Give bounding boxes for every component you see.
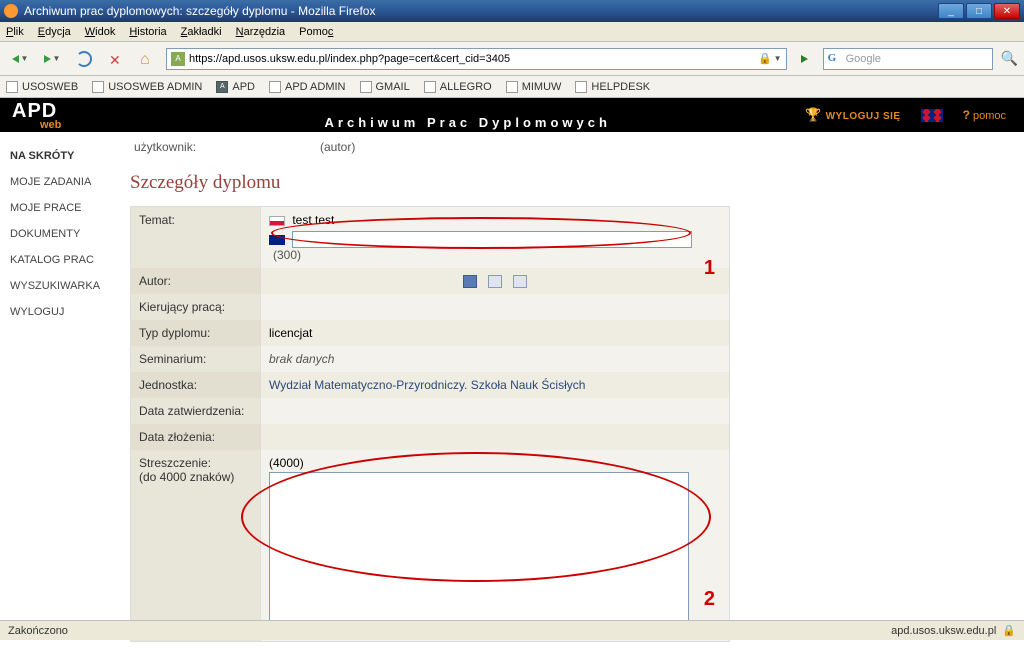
sidebar-wyszukiwarka[interactable]: WYSZUKIWARKA xyxy=(10,280,120,292)
logout-link[interactable]: 🏆WYLOGUJ SIĘ xyxy=(805,107,900,123)
status-left: Zakończono xyxy=(8,625,68,637)
close-button[interactable]: ✕ xyxy=(994,3,1020,19)
google-icon xyxy=(828,52,842,66)
url-text: https://apd.usos.uksw.edu.pl/index.php?p… xyxy=(189,53,510,65)
label-autor: Autor: xyxy=(131,268,261,294)
bookmark-mimuw[interactable]: MIMUW xyxy=(506,81,562,93)
user-label: użytkownik: xyxy=(130,140,320,154)
menu-historia[interactable]: Historia xyxy=(129,26,166,38)
status-right: apd.usos.uksw.edu.pl xyxy=(891,625,996,637)
sidebar-wyloguj[interactable]: WYLOGUJ xyxy=(10,306,120,318)
value-seminarium: brak danych xyxy=(261,346,729,372)
flag-uk-icon[interactable] xyxy=(921,109,943,122)
help-link[interactable]: ? pomoc xyxy=(963,108,1006,122)
search-box[interactable]: Google xyxy=(823,48,993,70)
doc2-icon[interactable] xyxy=(513,275,527,288)
home-button[interactable]: ⌂ xyxy=(134,46,162,72)
temat-limit: (300) xyxy=(273,248,301,262)
menu-edycja[interactable]: Edycja xyxy=(38,26,71,38)
site-favicon: A xyxy=(171,52,185,66)
info-icon[interactable] xyxy=(463,275,477,288)
reload-button[interactable] xyxy=(70,46,98,72)
flag-pl-icon xyxy=(269,216,285,226)
trophy-icon: 🏆 xyxy=(805,107,821,122)
bookmark-apd[interactable]: AAPD xyxy=(216,81,255,93)
stop-button[interactable]: ✕ xyxy=(102,46,130,72)
label-data-zloz: Data złożenia: xyxy=(131,424,261,450)
search-go-icon[interactable]: 🔍 xyxy=(1001,50,1018,67)
sidebar: NA SKRÓTY MOJE ZADANIA MOJE PRACE DOKUME… xyxy=(0,132,130,650)
label-data-zatw: Data zatwierdzenia: xyxy=(131,398,261,424)
maximize-button[interactable]: □ xyxy=(966,3,992,19)
apd-logo[interactable]: APD web xyxy=(0,100,130,131)
bookmark-allegro[interactable]: ALLEGRO xyxy=(424,81,492,93)
label-temat: Temat: xyxy=(131,207,261,268)
label-seminarium: Seminarium: xyxy=(131,346,261,372)
firefox-icon xyxy=(4,4,18,18)
flag-en-icon xyxy=(269,235,285,245)
menu-widok[interactable]: Widok xyxy=(85,26,116,38)
sidebar-dokumenty[interactable]: DOKUMENTY xyxy=(10,228,120,240)
label-streszczenie: Streszczenie: (do 4000 znaków) xyxy=(131,450,261,641)
sidebar-moje-zadania[interactable]: MOJE ZADANIA xyxy=(10,176,120,188)
minimize-button[interactable]: _ xyxy=(938,3,964,19)
doc1-icon[interactable] xyxy=(488,275,502,288)
menu-pomoc[interactable]: Pomoc xyxy=(299,26,333,38)
bookmark-usosweb[interactable]: USOSWEB xyxy=(6,81,78,93)
bookmark-apd-admin[interactable]: APD ADMIN xyxy=(269,81,346,93)
search-placeholder: Google xyxy=(846,53,881,65)
go-button[interactable] xyxy=(791,46,819,72)
sidebar-katalog-prac[interactable]: KATALOG PRAC xyxy=(10,254,120,266)
bookmarks-bar: USOSWEB USOSWEB ADMIN AAPD APD ADMIN GMA… xyxy=(0,76,1024,98)
url-dropdown-icon[interactable]: ▼ xyxy=(774,54,782,63)
details-table: Temat: test test (300) Autor: xyxy=(130,206,730,642)
bookmark-helpdesk[interactable]: HELPDESK xyxy=(575,81,650,93)
menu-plik[interactable]: Plik xyxy=(6,26,24,38)
apd-title: Archiwum Prac Dyplomowych xyxy=(130,101,805,130)
value-typ: licencjat xyxy=(261,320,729,346)
temat-input-en[interactable] xyxy=(292,231,692,248)
temat-value-pl: test test xyxy=(292,213,334,227)
back-button[interactable]: ▼ xyxy=(6,46,34,72)
menu-zakladki[interactable]: Zakładki xyxy=(181,26,222,38)
url-bar[interactable]: A https://apd.usos.uksw.edu.pl/index.php… xyxy=(166,48,787,70)
menu-bar: Plik Edycja Widok Historia Zakładki Narz… xyxy=(0,22,1024,42)
sidebar-moje-prace[interactable]: MOJE PRACE xyxy=(10,202,120,214)
user-role: (autor) xyxy=(320,140,355,154)
window-title: Archiwum prac dyplomowych: szczegóły dyp… xyxy=(24,4,936,18)
streszczenie-textarea[interactable] xyxy=(269,472,689,632)
value-jednostka[interactable]: Wydział Matematyczno-Przyrodniczy. Szkoł… xyxy=(261,372,729,398)
lock-icon: 🔒 xyxy=(758,52,772,65)
sidebar-header: NA SKRÓTY xyxy=(10,150,120,162)
label-kierujacy: Kierujący pracą: xyxy=(131,294,261,320)
label-jednostka: Jednostka: xyxy=(131,372,261,398)
status-lock-icon: 🔒 xyxy=(1002,624,1016,637)
bookmark-usosweb-admin[interactable]: USOSWEB ADMIN xyxy=(92,81,202,93)
page-title: Szczegóły dyplomu xyxy=(130,172,890,194)
menu-narzedzia[interactable]: Narzędzia xyxy=(236,26,286,38)
bookmark-gmail[interactable]: GMAIL xyxy=(360,81,410,93)
label-typ: Typ dyplomu: xyxy=(131,320,261,346)
streszczenie-limit: (4000) xyxy=(269,456,304,470)
status-bar: Zakończono apd.usos.uksw.edu.pl 🔒 xyxy=(0,620,1024,640)
forward-button[interactable]: ▼ xyxy=(38,46,66,72)
